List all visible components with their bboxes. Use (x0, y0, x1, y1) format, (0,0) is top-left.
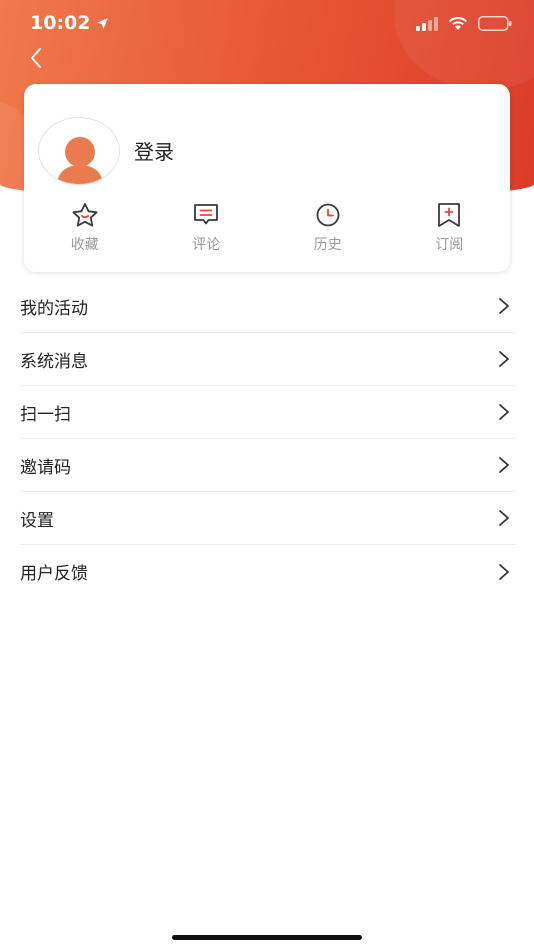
star-icon (72, 203, 98, 227)
home-indicator[interactable] (172, 935, 362, 940)
quick-action-label: 收藏 (70, 237, 99, 253)
signal-icon (416, 16, 438, 31)
bookmark-plus-icon (438, 203, 461, 227)
settings-menu: 我的活动 系统消息 扫一扫 邀请码 设置 用户反馈 (20, 280, 516, 598)
status-bar: 10:02 (0, 0, 534, 50)
chevron-right-icon (499, 510, 509, 526)
menu-item-my-activities[interactable]: 我的活动 (20, 280, 516, 333)
menu-item-label: 扫一扫 (20, 404, 71, 425)
comment-icon (194, 204, 219, 225)
avatar[interactable] (38, 117, 120, 185)
chevron-right-icon (499, 404, 509, 420)
status-time-group: 10:02 (30, 12, 109, 34)
menu-item-scan[interactable]: 扫一扫 (20, 386, 516, 439)
status-time: 10:02 (30, 12, 91, 34)
quick-action-label: 评论 (192, 237, 221, 253)
comments-button[interactable]: 评论 (146, 202, 268, 258)
menu-item-label: 我的活动 (20, 298, 88, 319)
battery-icon (478, 16, 512, 31)
location-arrow-icon (97, 17, 109, 29)
chevron-right-icon (499, 457, 509, 473)
subscribe-button[interactable]: 订阅 (389, 202, 511, 258)
quick-action-label: 历史 (313, 237, 342, 253)
menu-item-label: 系统消息 (20, 351, 88, 372)
menu-item-settings[interactable]: 设置 (20, 492, 516, 545)
history-button[interactable]: 历史 (267, 202, 389, 258)
chevron-left-icon (31, 48, 41, 68)
status-icons (416, 16, 512, 31)
favorites-button[interactable]: 收藏 (24, 202, 146, 258)
user-avatar-icon (57, 137, 103, 184)
chevron-right-icon (499, 351, 509, 367)
wifi-icon (448, 16, 468, 30)
menu-item-invite-code[interactable]: 邀请码 (20, 439, 516, 492)
quick-action-label: 订阅 (435, 237, 464, 253)
chevron-right-icon (499, 563, 509, 580)
menu-item-label: 设置 (20, 510, 54, 531)
clock-icon (316, 203, 340, 227)
login-button[interactable]: 登录 (134, 136, 174, 165)
chevron-right-icon (499, 298, 509, 314)
back-button[interactable] (22, 44, 50, 72)
quick-actions: 收藏 评论 历史 订阅 (24, 202, 510, 258)
menu-item-system-messages[interactable]: 系统消息 (20, 333, 516, 386)
menu-item-feedback[interactable]: 用户反馈 (20, 545, 516, 598)
profile-card: 登录 收藏 评论 历史 订阅 (24, 84, 510, 272)
menu-item-label: 用户反馈 (20, 564, 88, 584)
menu-item-label: 邀请码 (20, 457, 71, 478)
